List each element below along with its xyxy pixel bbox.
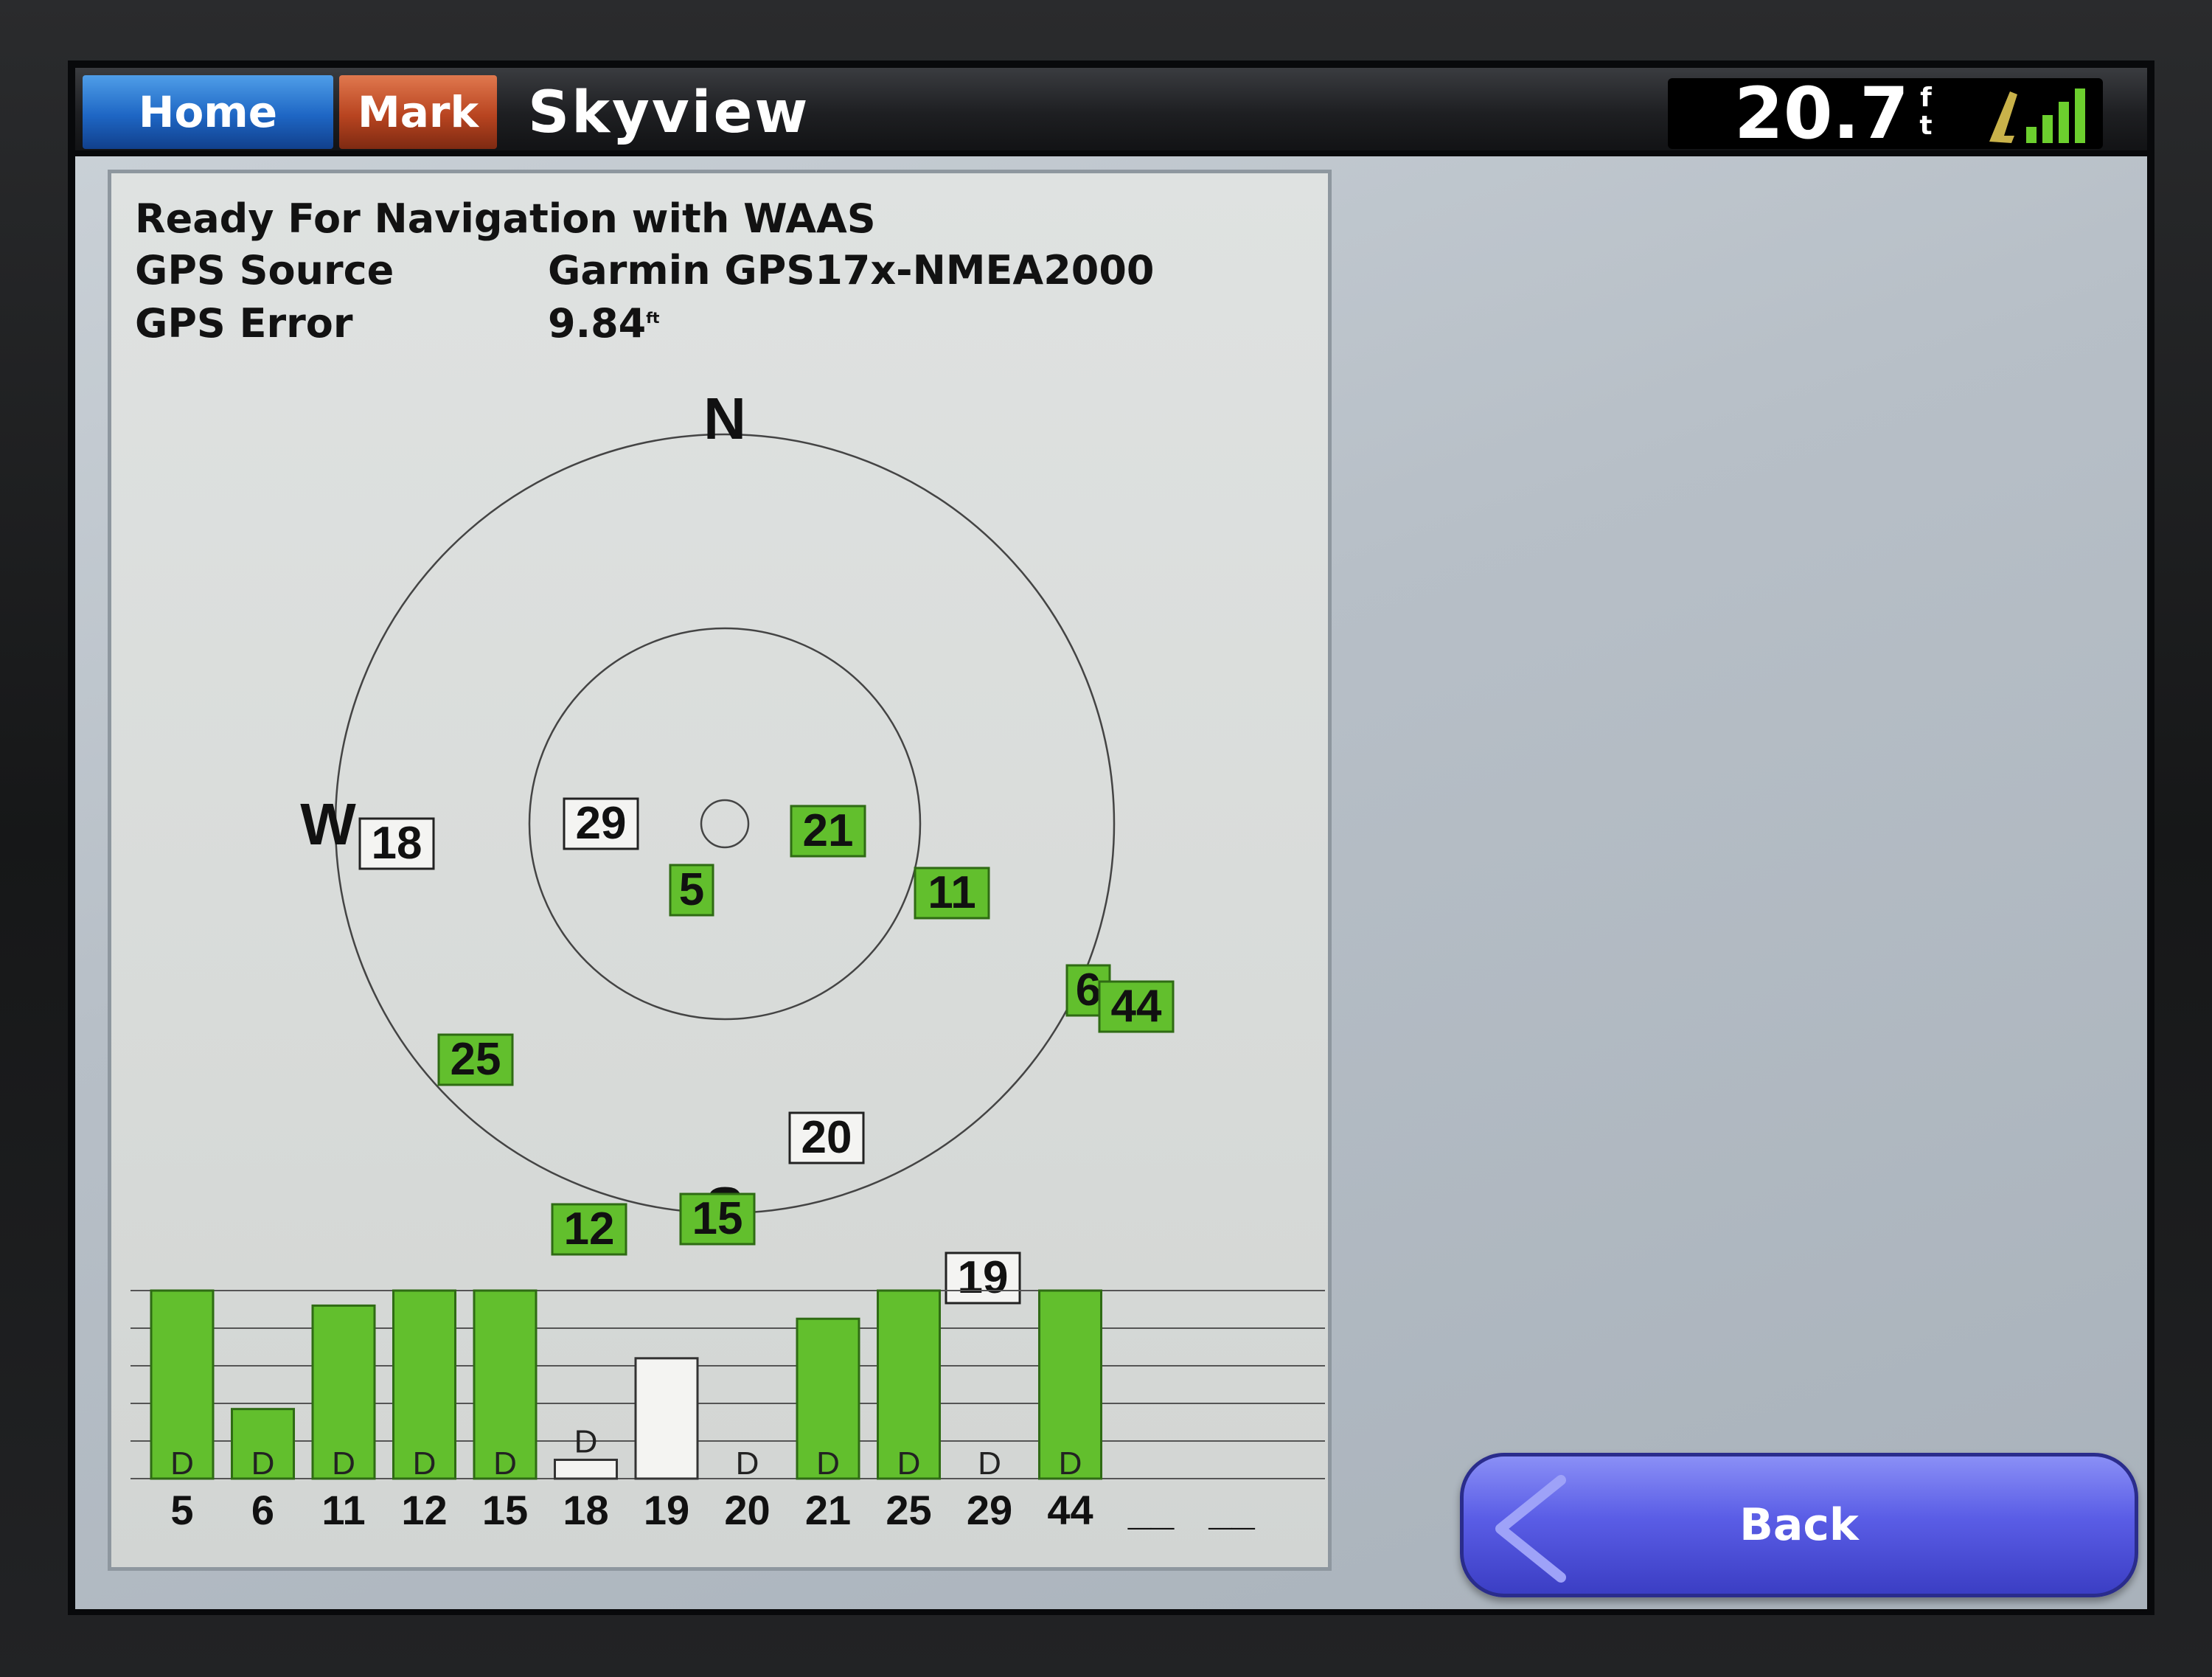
diff-flag-29: D [978,1445,1001,1482]
diff-flag-11: D [332,1445,355,1482]
diff-flag-20: D [736,1445,759,1482]
signal-strength-chart: D 5 D 6 D 11 D 12 D 15 D 18 19 D 20 D 21 D 25 D 29 D 44 __ __ [131,1289,1325,1533]
back-button[interactable]: Back [1460,1453,2138,1597]
depth-unit-top: f [1920,83,1932,113]
satellite-label-21: 21 [805,1487,851,1533]
signal-strength-icon [1989,88,2085,143]
depth-unit: f t [1911,84,1941,140]
page-title: Skyview [528,80,810,146]
back-label: Back [1739,1499,1859,1551]
satellite-label-11: 11 [321,1487,365,1533]
display-screen: Home Mark Skyview 20.7 f t Ready For Nav… [68,60,2154,1615]
satellite-label-__: __ [1208,1487,1255,1533]
diff-flag-5: D [170,1445,194,1482]
main-content: Ready For Navigation with WAAS GPS Sourc… [75,156,2147,1609]
depth-unit-bottom: t [1919,111,1933,141]
satellite-label-6: 6 [251,1487,274,1533]
home-button[interactable]: Home [83,75,333,149]
depth-value: 20.7 [1734,72,1909,155]
diff-flag-15: D [493,1445,517,1482]
satellite-label-20: 20 [724,1487,770,1533]
diff-flag-6: D [251,1445,275,1482]
diff-flag-44: D [1059,1445,1082,1482]
satellite-label-18: 18 [563,1487,608,1533]
diff-flag-21: D [816,1445,840,1482]
diff-flag-12: D [413,1445,437,1482]
satellite-label-19: 19 [644,1487,689,1533]
top-bar: Home Mark Skyview 20.7 f t [75,68,2147,150]
depth-readout: 20.7 f t [1668,78,2103,149]
diff-flag-18: D [574,1424,598,1460]
skyview-panel: Ready For Navigation with WAAS GPS Sourc… [108,170,1332,1571]
satellite-label-5: 5 [170,1487,193,1533]
snr-bar-18 [554,1459,618,1480]
snr-bar-19 [634,1357,699,1480]
satellite-label-25: 25 [886,1487,931,1533]
satellite-label-44: 44 [1047,1487,1093,1533]
chart-grid [131,1290,1325,1479]
satellite-label-29: 29 [967,1487,1012,1533]
mark-button[interactable]: Mark [339,75,497,149]
diff-flag-25: D [897,1445,921,1482]
satellite-label-__: __ [1127,1487,1175,1533]
satellite-label-12: 12 [401,1487,447,1533]
satellite-label-15: 15 [482,1487,528,1533]
chart-bars [150,1289,1102,1480]
